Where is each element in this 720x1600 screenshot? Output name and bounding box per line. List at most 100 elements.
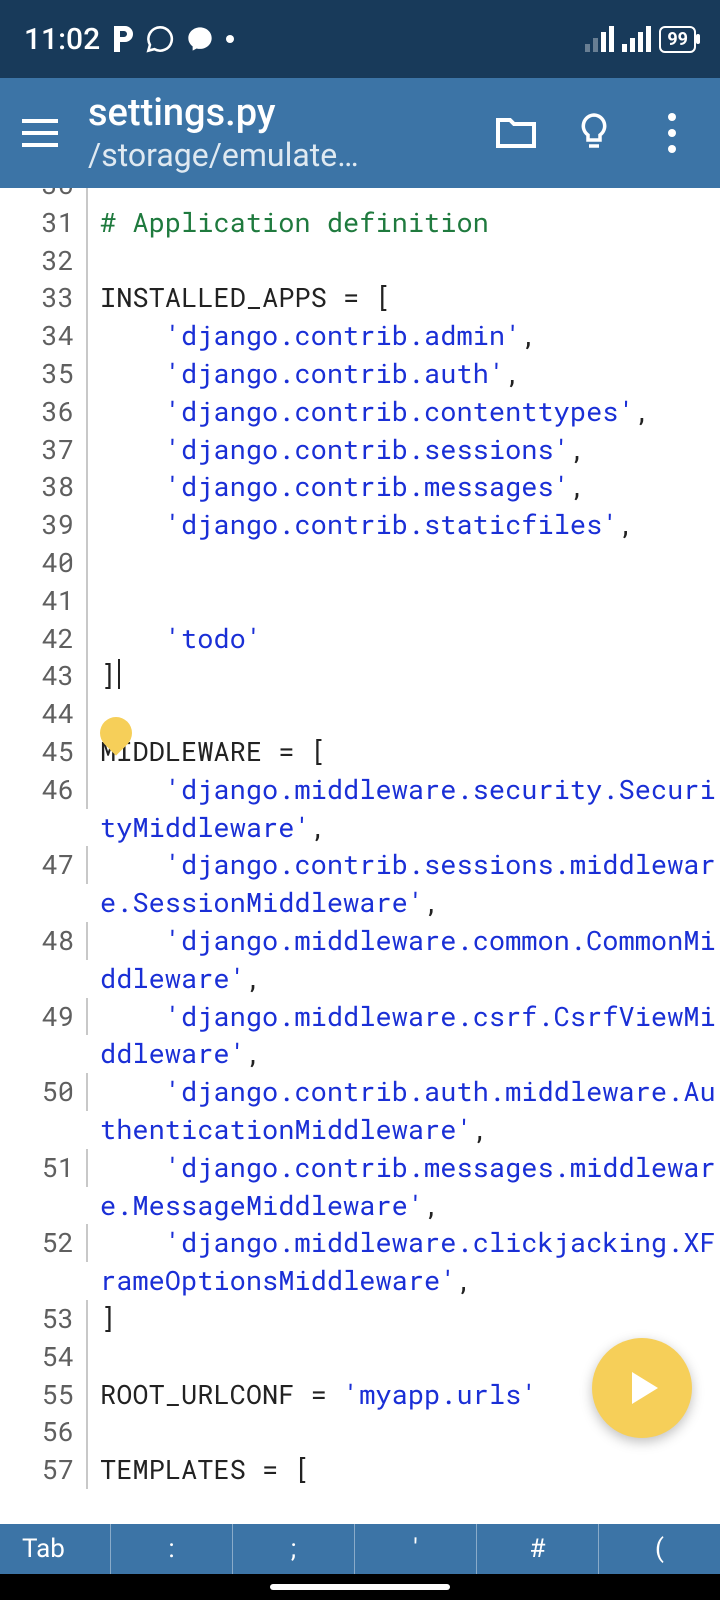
line-number: 32 (0, 242, 88, 280)
line-number: 56 (0, 1413, 88, 1451)
code-line[interactable]: 33INSTALLED_APPS = [ (0, 279, 720, 317)
nav-bar (0, 1574, 720, 1600)
code-line[interactable]: 48 'django.middleware.common.CommonMiddl… (0, 922, 720, 998)
line-number: 40 (0, 544, 88, 582)
code-line[interactable]: 53] (0, 1300, 720, 1338)
line-number: 52 (0, 1224, 88, 1262)
code-line[interactable]: 57TEMPLATES = [ (0, 1451, 720, 1489)
symbol-bar: Tab : ; ' # ( (0, 1524, 720, 1574)
code-content[interactable]: 'django.contrib.admin', (88, 317, 720, 355)
code-line[interactable]: 46 'django.middleware.security.SecurityM… (0, 771, 720, 847)
line-number: 50 (0, 1073, 88, 1111)
code-content[interactable]: 'django.contrib.messages.middleware.Mess… (88, 1149, 720, 1225)
line-number: 31 (0, 204, 88, 242)
status-bar: 11:02 99 (0, 0, 720, 78)
text-caret (118, 659, 120, 689)
code-content[interactable]: 'django.middleware.csrf.CsrfViewMiddlewa… (88, 998, 720, 1074)
line-number: 55 (0, 1376, 88, 1414)
code-line[interactable]: 39 'django.contrib.staticfiles', (0, 506, 720, 544)
code-content[interactable]: TEMPLATES = [ (88, 1451, 720, 1489)
file-title: settings.py (88, 92, 468, 136)
code-content[interactable]: MIDDLEWARE = [ (88, 733, 720, 771)
code-content[interactable]: 'django.contrib.auth.middleware.Authenti… (88, 1073, 720, 1149)
line-number: 47 (0, 846, 88, 884)
messenger-icon (186, 25, 214, 53)
file-path: /storage/emulate… (88, 136, 388, 174)
tab-key[interactable]: Tab (0, 1524, 110, 1574)
code-line[interactable]: 32 (0, 242, 720, 280)
lightbulb-button[interactable] (564, 103, 624, 163)
code-content[interactable]: 'django.contrib.contenttypes', (88, 393, 720, 431)
colon-key[interactable]: : (110, 1524, 232, 1574)
whatsapp-icon (146, 25, 174, 53)
code-line[interactable]: 36 'django.contrib.contenttypes', (0, 393, 720, 431)
code-line[interactable]: 43] (0, 657, 720, 695)
code-line[interactable]: 31# Application definition (0, 204, 720, 242)
run-button[interactable] (592, 1338, 692, 1438)
code-content[interactable]: ] (88, 1300, 720, 1338)
quote-key[interactable]: ' (354, 1524, 476, 1574)
line-number: 54 (0, 1338, 88, 1376)
code-line[interactable]: 38 'django.contrib.messages', (0, 468, 720, 506)
code-content[interactable]: INSTALLED_APPS = [ (88, 279, 720, 317)
more-notifications-icon (226, 35, 234, 43)
code-content[interactable]: 'django.contrib.sessions', (88, 431, 720, 469)
hash-key[interactable]: # (476, 1524, 598, 1574)
signal-2-icon (622, 26, 651, 52)
code-line[interactable]: 51 'django.contrib.messages.middleware.M… (0, 1149, 720, 1225)
code-content[interactable]: ] (88, 657, 720, 695)
line-number: 37 (0, 431, 88, 469)
overflow-button[interactable] (642, 103, 702, 163)
code-content[interactable]: 'django.contrib.sessions.middleware.Sess… (88, 846, 720, 922)
code-content[interactable]: 'django.middleware.clickjacking.XFrameOp… (88, 1224, 720, 1300)
code-line[interactable]: 35 'django.contrib.auth', (0, 355, 720, 393)
line-number: 43 (0, 657, 88, 695)
line-number: 35 (0, 355, 88, 393)
line-number: 46 (0, 771, 88, 809)
code-line[interactable]: 41 (0, 582, 720, 620)
code-content[interactable]: 'todo' (88, 620, 720, 658)
paren-key[interactable]: ( (598, 1524, 720, 1574)
code-content[interactable]: 'django.contrib.auth', (88, 355, 720, 393)
code-line[interactable]: 50 'django.contrib.auth.middleware.Authe… (0, 1073, 720, 1149)
code-content[interactable]: 'django.middleware.security.SecurityMidd… (88, 771, 720, 847)
signal-1-icon (585, 26, 614, 52)
line-number: 41 (0, 582, 88, 620)
line-number: 44 (0, 695, 88, 733)
line-number: 57 (0, 1451, 88, 1489)
code-line[interactable]: 30 (0, 188, 720, 204)
play-icon (632, 1372, 658, 1404)
line-number: 42 (0, 620, 88, 658)
code-line[interactable]: 47 'django.contrib.sessions.middleware.S… (0, 846, 720, 922)
line-number: 39 (0, 506, 88, 544)
line-number: 30 (0, 188, 88, 204)
line-number: 33 (0, 279, 88, 317)
code-line[interactable]: 49 'django.middleware.csrf.CsrfViewMiddl… (0, 998, 720, 1074)
menu-button[interactable] (10, 103, 70, 163)
status-time: 11:02 (24, 22, 100, 57)
home-gesture-pill[interactable] (270, 1584, 450, 1590)
line-number: 36 (0, 393, 88, 431)
app-bar: settings.py /storage/emulate… (0, 78, 720, 188)
parking-icon (112, 26, 134, 52)
line-number: 51 (0, 1149, 88, 1187)
line-number: 34 (0, 317, 88, 355)
code-content[interactable]: # Application definition (88, 204, 720, 242)
line-number: 45 (0, 733, 88, 771)
code-line[interactable]: 40 (0, 544, 720, 582)
battery-indicator: 99 (659, 26, 696, 53)
code-content[interactable]: 'django.contrib.messages', (88, 468, 720, 506)
folder-button[interactable] (486, 103, 546, 163)
semicolon-key[interactable]: ; (232, 1524, 354, 1574)
code-line[interactable]: 34 'django.contrib.admin', (0, 317, 720, 355)
code-line[interactable]: 52 'django.middleware.clickjacking.XFram… (0, 1224, 720, 1300)
code-line[interactable]: 37 'django.contrib.sessions', (0, 431, 720, 469)
line-number: 48 (0, 922, 88, 960)
code-line[interactable]: 42 'todo' (0, 620, 720, 658)
line-number: 49 (0, 998, 88, 1036)
code-content[interactable]: 'django.contrib.staticfiles', (88, 506, 720, 544)
code-content[interactable]: 'django.middleware.common.CommonMiddlewa… (88, 922, 720, 998)
line-number: 38 (0, 468, 88, 506)
line-number: 53 (0, 1300, 88, 1338)
code-editor[interactable]: 3031# Application definition3233INSTALLE… (0, 188, 720, 1524)
